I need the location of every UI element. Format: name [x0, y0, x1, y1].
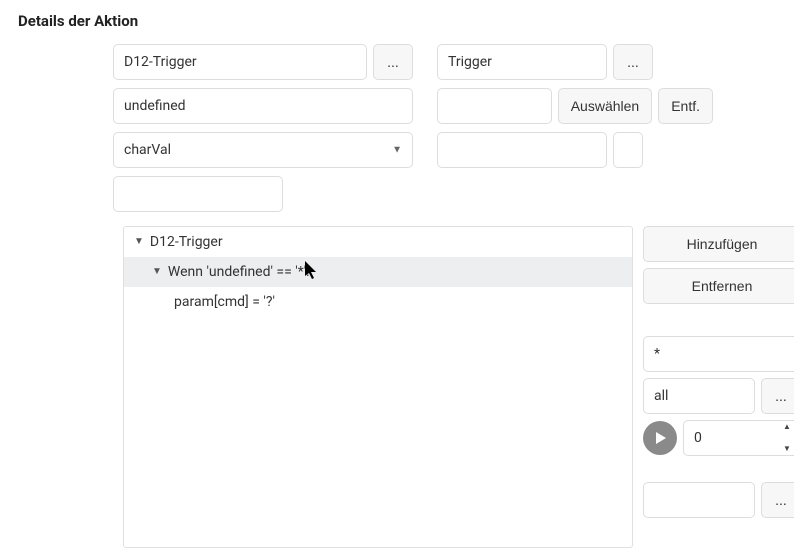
page-title: Details der Aktion: [18, 12, 776, 30]
expand-icon: ▼: [152, 267, 162, 277]
caret-down-icon: ▼: [392, 145, 402, 156]
tree-root-label: D12-Trigger: [150, 234, 223, 250]
type-select[interactable]: charVal ▼: [113, 132, 413, 168]
pattern-field[interactable]: *: [643, 336, 794, 372]
target-type-browse-button[interactable]: ...: [613, 44, 653, 80]
trigger-name-field[interactable]: D12-Trigger: [113, 44, 367, 80]
target-type-field[interactable]: Trigger: [437, 44, 607, 80]
extra-field[interactable]: [437, 132, 607, 168]
index-spinner-value: 0: [694, 430, 702, 446]
play-icon: [652, 430, 668, 446]
index-spinner[interactable]: 0 ▲ ▼: [683, 420, 794, 456]
target-value-field[interactable]: [437, 88, 552, 124]
value-field[interactable]: undefined: [113, 88, 413, 124]
remove-short-button[interactable]: Entf.: [658, 88, 713, 124]
bottom-browse-button[interactable]: ...: [761, 482, 794, 518]
spinner-down-button[interactable]: ▼: [780, 445, 794, 453]
tree-condition-row[interactable]: ▼ Wenn 'undefined' == '*':: [124, 257, 632, 287]
extra-small-field[interactable]: [613, 132, 643, 168]
bottom-field[interactable]: [643, 482, 755, 518]
action-tree[interactable]: ▼ D12-Trigger ▼ Wenn 'undefined' == '*':…: [123, 226, 633, 548]
blank-field[interactable]: [113, 176, 283, 212]
play-button[interactable]: [643, 421, 677, 455]
select-button[interactable]: Auswählen: [558, 88, 653, 124]
expand-icon: ▼: [134, 237, 144, 247]
scope-browse-button[interactable]: ...: [761, 378, 794, 414]
scope-field[interactable]: all: [643, 378, 755, 414]
type-select-value: charVal: [124, 142, 171, 158]
remove-button[interactable]: Entfernen: [643, 268, 794, 304]
spinner-up-button[interactable]: ▲: [780, 423, 794, 431]
tree-root-row[interactable]: ▼ D12-Trigger: [124, 227, 632, 257]
tree-assignment-row[interactable]: param[cmd] = '?': [124, 287, 632, 317]
tree-assignment-label: param[cmd] = '?': [174, 294, 275, 310]
tree-condition-label: Wenn 'undefined' == '*':: [168, 264, 310, 280]
add-button[interactable]: Hinzufügen: [643, 226, 794, 262]
trigger-name-browse-button[interactable]: ...: [373, 44, 413, 80]
